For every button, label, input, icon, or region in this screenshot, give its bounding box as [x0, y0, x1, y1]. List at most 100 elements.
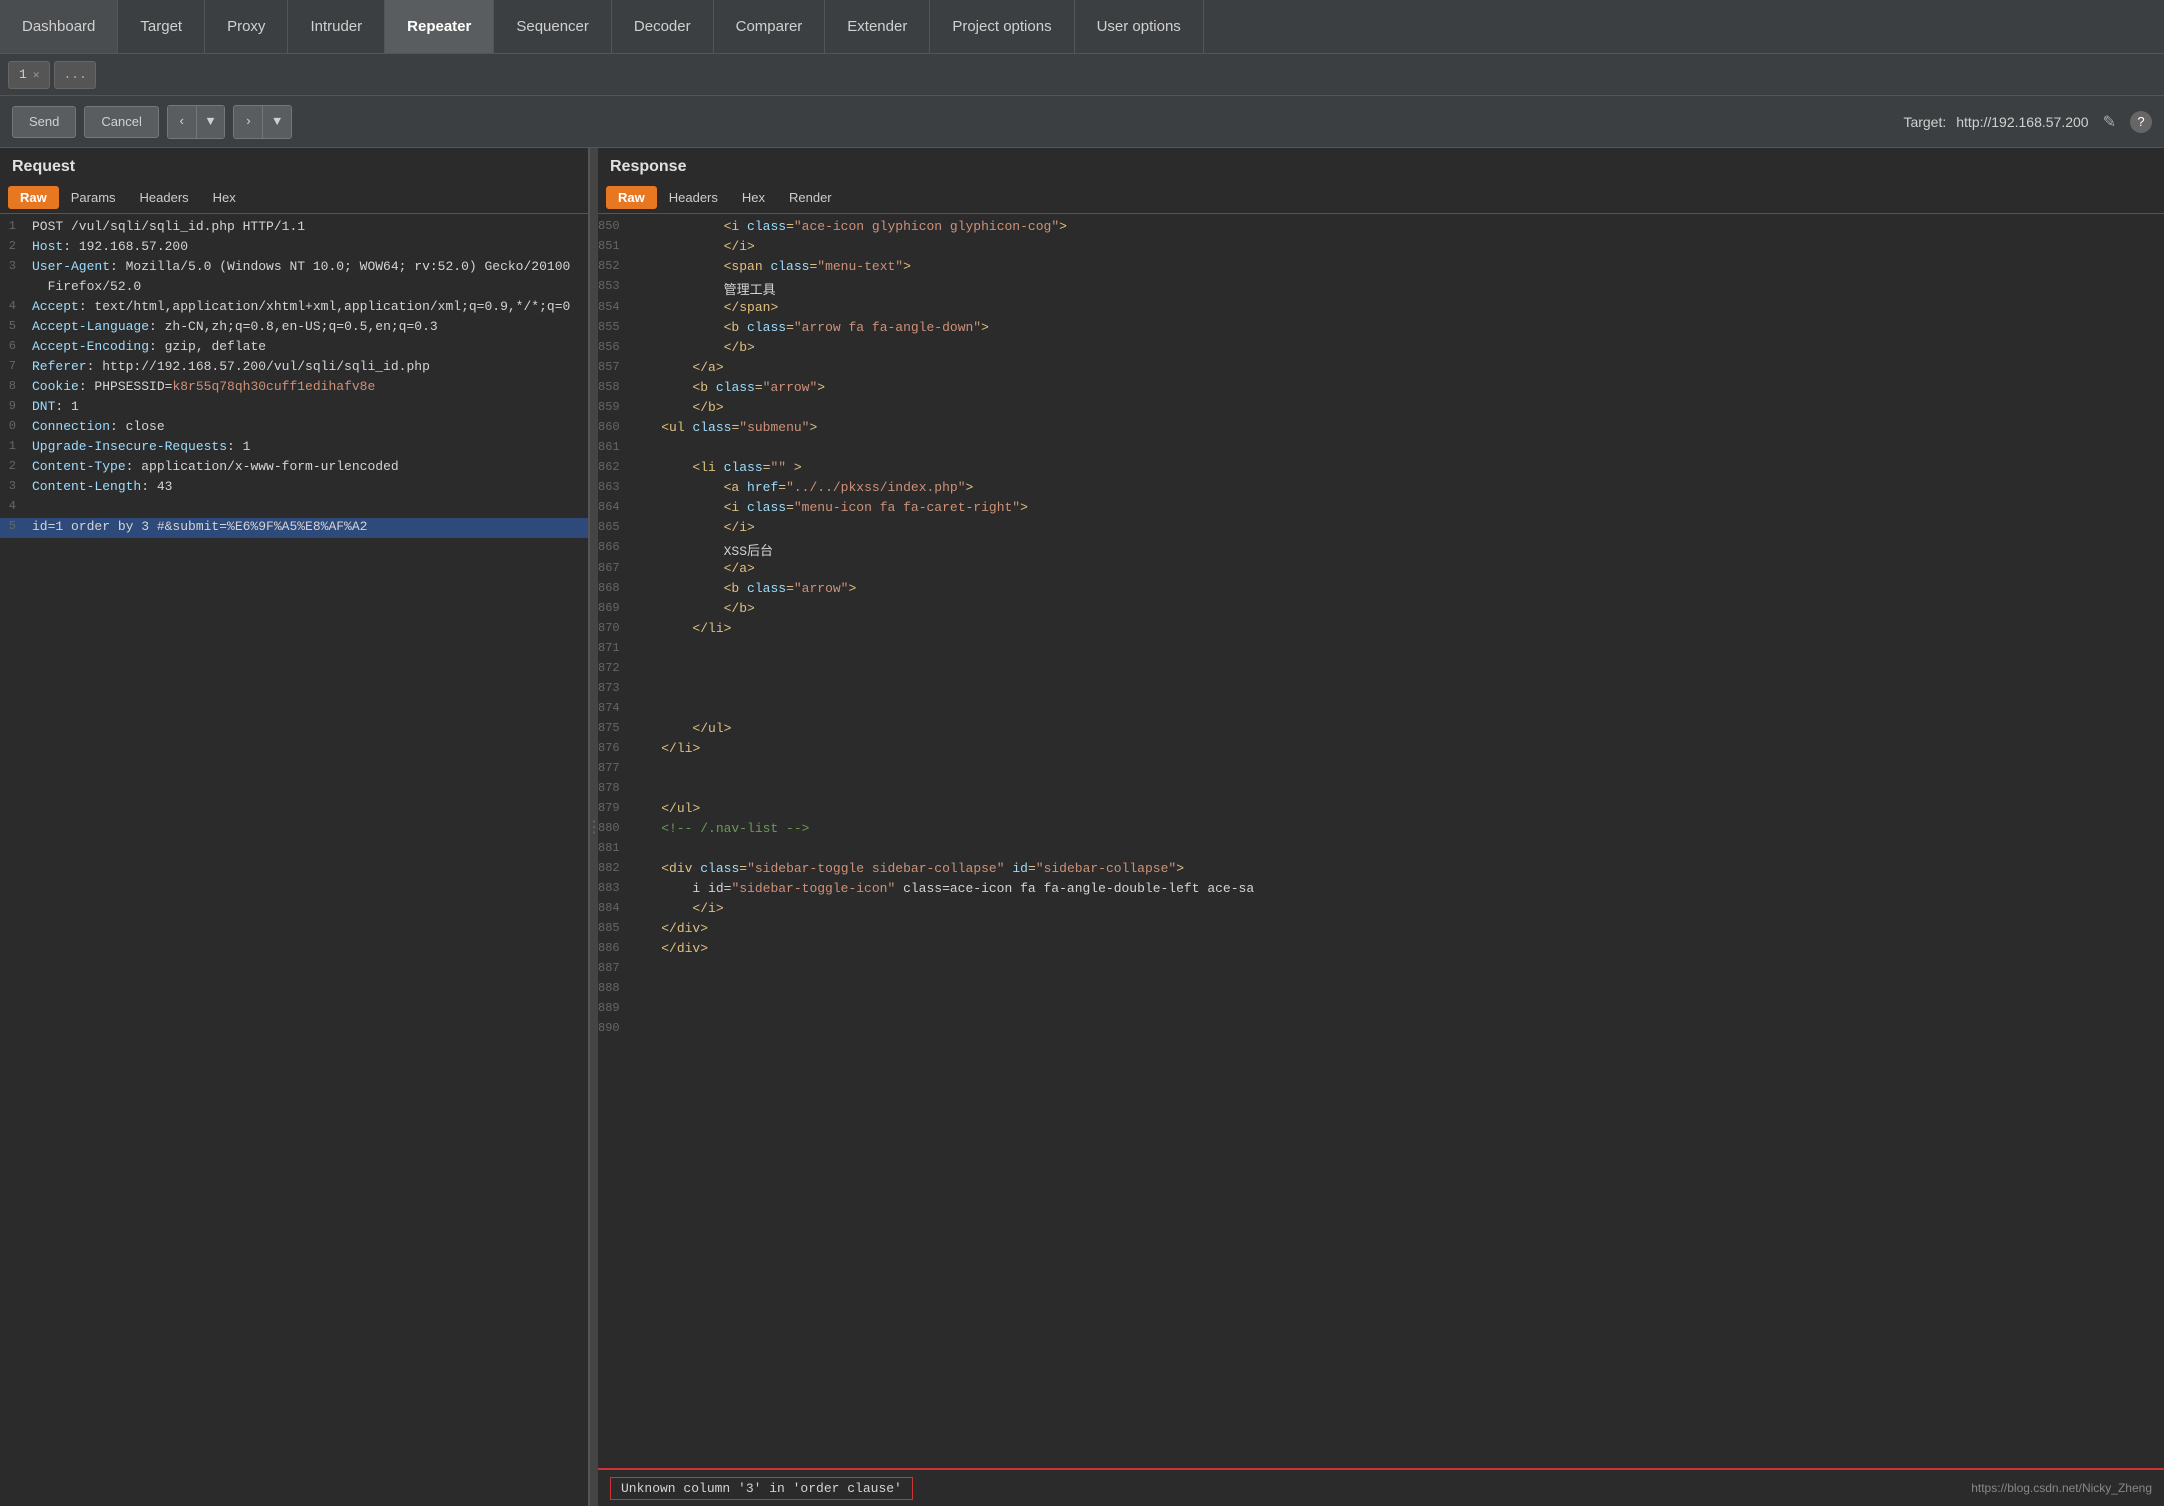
tab-add-button[interactable]: ... [54, 61, 95, 89]
request-tab-raw[interactable]: Raw [8, 186, 59, 209]
line-number: 861 [598, 440, 622, 458]
panel-drag-handle[interactable] [590, 148, 598, 1506]
repeater-tab-1[interactable]: 1 ✕ [8, 61, 50, 89]
response-line: 862 <li class="" > [598, 459, 2164, 479]
line-number: 886 [598, 941, 622, 959]
line-number: 880 [598, 821, 622, 839]
line-number: 0 [0, 419, 24, 437]
nav-proxy[interactable]: Proxy [205, 0, 288, 53]
line-number: 863 [598, 480, 622, 498]
request-tab-hex[interactable]: Hex [201, 186, 248, 209]
main-split: Request Raw Params Headers Hex 1POST /vu… [0, 148, 2164, 1506]
line-content: Content-Type: application/x-www-form-url… [24, 459, 588, 477]
nav-repeater[interactable]: Repeater [385, 0, 494, 53]
line-number: 4 [0, 299, 24, 317]
nav-sequencer[interactable]: Sequencer [494, 0, 612, 53]
line-content [24, 499, 588, 517]
request-line: 2Host: 192.168.57.200 [0, 238, 588, 258]
line-content: </i> [622, 239, 2164, 257]
send-button[interactable]: Send [12, 106, 76, 138]
prev-button[interactable]: ‹ [168, 106, 196, 138]
response-tab-headers[interactable]: Headers [657, 186, 730, 209]
nav-comparer[interactable]: Comparer [714, 0, 826, 53]
response-line: 881 [598, 840, 2164, 860]
line-number: 878 [598, 781, 622, 799]
line-number: 854 [598, 300, 622, 318]
request-line: 5Accept-Language: zh-CN,zh;q=0.8,en-US;q… [0, 318, 588, 338]
request-tab-headers[interactable]: Headers [128, 186, 201, 209]
line-content: </li> [622, 741, 2164, 759]
line-content: Referer: http://192.168.57.200/vul/sqli/… [24, 359, 588, 377]
request-line: 3Content-Length: 43 [0, 478, 588, 498]
response-tab-hex[interactable]: Hex [730, 186, 777, 209]
response-line: 857 </a> [598, 359, 2164, 379]
line-content [622, 701, 2164, 719]
request-tab-params[interactable]: Params [59, 186, 128, 209]
line-content [622, 841, 2164, 859]
line-number: 857 [598, 360, 622, 378]
response-code-area[interactable]: 850 <i class="ace-icon glyphicon glyphic… [598, 214, 2164, 1468]
line-content: Upgrade-Insecure-Requests: 1 [24, 439, 588, 457]
line-number: 876 [598, 741, 622, 759]
line-number: 887 [598, 961, 622, 979]
line-number: 3 [0, 479, 24, 497]
response-tab-raw[interactable]: Raw [606, 186, 657, 209]
line-content: <span class="menu-text"> [622, 259, 2164, 277]
next-dropdown[interactable]: ▼ [262, 106, 291, 138]
line-content [622, 1001, 2164, 1019]
line-content: <!-- /.nav-list --> [622, 821, 2164, 839]
line-content: 管理工具 [622, 279, 2164, 298]
request-code-area[interactable]: 1POST /vul/sqli/sqli_id.php HTTP/1.12Hos… [0, 214, 588, 1506]
line-number: 870 [598, 621, 622, 639]
nav-target[interactable]: Target [118, 0, 205, 53]
response-line: 870 </li> [598, 620, 2164, 640]
response-line: 885 </div> [598, 920, 2164, 940]
help-button[interactable]: ? [2130, 111, 2152, 133]
line-number: 879 [598, 801, 622, 819]
next-nav-group: › ▼ [233, 105, 292, 139]
line-content: <i class="menu-icon fa fa-caret-right"> [622, 500, 2164, 518]
nav-decoder[interactable]: Decoder [612, 0, 714, 53]
target-label: Target: http://192.168.57.200 ✎ ? [1903, 108, 2152, 136]
line-number: 881 [598, 841, 622, 859]
next-button[interactable]: › [234, 106, 262, 138]
line-content: User-Agent: Mozilla/5.0 (Windows NT 10.0… [24, 259, 588, 277]
line-number: 869 [598, 601, 622, 619]
request-line: 9DNT: 1 [0, 398, 588, 418]
response-tabs: Raw Headers Hex Render [598, 182, 2164, 214]
prev-dropdown[interactable]: ▼ [196, 106, 225, 138]
line-number: 884 [598, 901, 622, 919]
response-line: 860 <ul class="submenu"> [598, 419, 2164, 439]
line-content: DNT: 1 [24, 399, 588, 417]
prev-nav-group: ‹ ▼ [167, 105, 226, 139]
cancel-button[interactable]: Cancel [84, 106, 158, 138]
nav-dashboard[interactable]: Dashboard [0, 0, 118, 53]
nav-user-options[interactable]: User options [1075, 0, 1204, 53]
nav-intruder[interactable]: Intruder [288, 0, 385, 53]
line-content [622, 961, 2164, 979]
response-line: 874 [598, 700, 2164, 720]
close-tab-icon[interactable]: ✕ [33, 68, 40, 82]
response-line: 877 [598, 760, 2164, 780]
response-line: 871 [598, 640, 2164, 660]
request-line: 4Accept: text/html,application/xhtml+xml… [0, 298, 588, 318]
response-line: 866 XSS后台 [598, 539, 2164, 560]
line-content: Accept-Encoding: gzip, deflate [24, 339, 588, 357]
line-content [622, 761, 2164, 779]
line-content: Firefox/52.0 [24, 279, 588, 297]
line-content [622, 981, 2164, 999]
line-content: </i> [622, 520, 2164, 538]
line-number: 7 [0, 359, 24, 377]
nav-project-options[interactable]: Project options [930, 0, 1074, 53]
nav-extender[interactable]: Extender [825, 0, 930, 53]
response-line: 889 [598, 1000, 2164, 1020]
response-line: 890 [598, 1020, 2164, 1040]
request-panel: Request Raw Params Headers Hex 1POST /vu… [0, 148, 590, 1506]
edit-target-button[interactable]: ✎ [2099, 108, 2120, 136]
line-content: </a> [622, 561, 2164, 579]
response-tab-render[interactable]: Render [777, 186, 844, 209]
line-content: id=1 order by 3 #&submit=%E6%9F%A5%E8%AF… [24, 519, 588, 537]
response-line: 852 <span class="menu-text"> [598, 258, 2164, 278]
line-content: Content-Length: 43 [24, 479, 588, 497]
response-line: 851 </i> [598, 238, 2164, 258]
